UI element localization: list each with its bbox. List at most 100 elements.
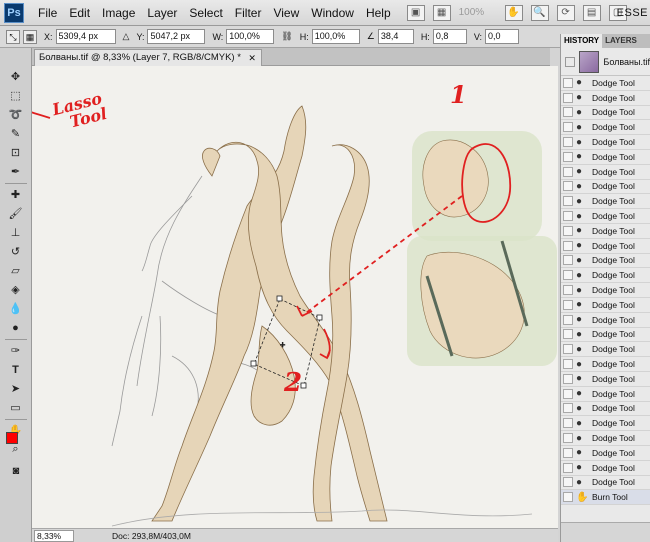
history-item[interactable]: ● Dodge Tool	[561, 372, 650, 387]
history-source-checkbox[interactable]	[563, 137, 573, 148]
history-item[interactable]: ● Dodge Tool	[561, 209, 650, 224]
shape-tool-icon[interactable]: ▭	[4, 399, 28, 416]
menu-window[interactable]: Window	[305, 0, 360, 26]
marquee-tool-icon[interactable]: ⬚	[4, 87, 28, 104]
paint-bucket-tool-icon[interactable]: ◈	[4, 281, 28, 298]
dodge-tool-icon[interactable]: ●	[4, 319, 28, 336]
history-item[interactable]: ● Dodge Tool	[561, 402, 650, 417]
menu-filter[interactable]: Filter	[229, 0, 268, 26]
history-source-checkbox[interactable]	[563, 285, 573, 296]
history-item[interactable]: ● Dodge Tool	[561, 342, 650, 358]
menu-layer[interactable]: Layer	[141, 0, 183, 26]
history-item[interactable]: ● Dodge Tool	[561, 298, 650, 313]
menu-edit[interactable]: Edit	[63, 0, 96, 26]
pen-tool-icon[interactable]: ✑	[4, 342, 28, 359]
menu-help[interactable]: Help	[360, 0, 397, 26]
history-brush-tool-icon[interactable]: ↺	[4, 243, 28, 260]
transform-tool-icon[interactable]: ⤡	[6, 29, 20, 44]
history-source-checkbox[interactable]	[563, 107, 573, 118]
x-position-field[interactable]: 5309,4 px	[55, 29, 116, 44]
blur-tool-icon[interactable]: 💧	[4, 300, 28, 317]
history-source-checkbox[interactable]	[563, 181, 573, 192]
history-source-checkbox[interactable]	[563, 433, 573, 444]
move-tool-icon[interactable]: ✥	[4, 68, 28, 85]
history-source-checkbox[interactable]	[563, 462, 573, 473]
menu-file[interactable]: File	[32, 0, 63, 26]
history-item[interactable]: ● Dodge Tool	[561, 76, 650, 91]
history-item[interactable]: ● Dodge Tool	[561, 387, 650, 402]
history-source-checkbox[interactable]	[563, 329, 573, 340]
reference-point-icon[interactable]: ▦	[23, 29, 37, 44]
screen-mode-icon[interactable]: ▤	[582, 4, 601, 21]
brush-tool-icon[interactable]: 🖌	[4, 205, 28, 222]
height-field[interactable]: 100,0%	[311, 29, 360, 44]
document-canvas[interactable]: + Lasso Tool 1 2	[32, 66, 558, 528]
history-item[interactable]: ● Dodge Tool	[561, 476, 650, 491]
rotation-angle-field[interactable]: 38,4	[377, 29, 414, 44]
vertical-skew-field[interactable]: 0,0	[484, 29, 519, 44]
eyedropper-tool-icon[interactable]: ✒	[4, 163, 28, 180]
zoom-tool-icon[interactable]: 🔍	[530, 4, 549, 21]
history-item[interactable]: ● Dodge Tool	[561, 313, 650, 328]
history-item[interactable]: ✋ Burn Tool	[561, 490, 650, 506]
healing-tool-icon[interactable]: ✚	[4, 186, 28, 203]
history-source-checkbox[interactable]	[563, 418, 573, 429]
history-source-checkbox[interactable]	[563, 403, 573, 414]
menu-select[interactable]: Select	[183, 0, 228, 26]
quick-select-tool-icon[interactable]: ✎	[4, 125, 28, 142]
history-item[interactable]: ● Dodge Tool	[561, 283, 650, 298]
crop-tool-icon[interactable]: ⊡	[4, 144, 28, 161]
history-source-checkbox[interactable]	[563, 211, 573, 222]
history-source-checkbox[interactable]	[563, 240, 573, 251]
history-source-checkbox[interactable]	[563, 92, 573, 103]
history-snapshot[interactable]: Болваны.tif	[561, 48, 650, 76]
history-source-checkbox[interactable]	[563, 225, 573, 236]
history-source-checkbox[interactable]	[563, 196, 573, 207]
document-tab[interactable]: Болваны.tif @ 8,33% (Layer 7, RGB/8/CMYK…	[34, 49, 262, 66]
history-source-checkbox[interactable]	[563, 447, 573, 458]
menu-image[interactable]: Image	[96, 0, 141, 26]
tab-history[interactable]: HISTORY	[561, 34, 603, 48]
history-item[interactable]: ● Dodge Tool	[561, 268, 650, 284]
history-item[interactable]: ● Dodge Tool	[561, 431, 650, 446]
history-item[interactable]: ● Dodge Tool	[561, 446, 650, 461]
history-source-checkbox[interactable]	[563, 122, 573, 133]
history-item[interactable]: ● Dodge Tool	[561, 416, 650, 432]
width-field[interactable]: 100,0%	[226, 29, 275, 44]
history-item[interactable]: ● Dodge Tool	[561, 120, 650, 136]
lasso-tool-icon[interactable]: ➰	[4, 106, 28, 123]
history-source-checkbox[interactable]	[563, 359, 573, 370]
history-source-checkbox[interactable]	[563, 492, 573, 503]
menubar-zoom-level[interactable]: 100%	[459, 7, 497, 18]
close-tab-icon[interactable]: ✕	[248, 50, 256, 66]
hand-tool-icon[interactable]: ✋	[504, 4, 523, 21]
link-icon[interactable]: ⛓	[281, 31, 292, 42]
arrange-documents-icon[interactable]: ▦	[432, 4, 451, 21]
type-tool-icon[interactable]: T	[4, 361, 28, 378]
history-item[interactable]: ● Dodge Tool	[561, 135, 650, 150]
history-item[interactable]: ● Dodge Tool	[561, 224, 650, 239]
history-source-checkbox[interactable]	[563, 77, 573, 88]
history-item[interactable]: ● Dodge Tool	[561, 165, 650, 180]
workspace-switcher[interactable]: ESSE	[617, 7, 648, 19]
history-source-checkbox[interactable]	[563, 166, 573, 177]
history-item[interactable]: ● Dodge Tool	[561, 254, 650, 269]
history-item[interactable]: ● Dodge Tool	[561, 461, 650, 476]
history-source-checkbox[interactable]	[563, 314, 573, 325]
horizontal-skew-field[interactable]: 0,8	[432, 29, 467, 44]
zoom-level-field[interactable]: 8,33%	[34, 529, 74, 542]
history-source-checkbox[interactable]	[563, 477, 573, 488]
history-item[interactable]: ● Dodge Tool	[561, 357, 650, 372]
history-source-checkbox[interactable]	[563, 344, 573, 355]
history-item[interactable]: ● Dodge Tool	[561, 194, 650, 210]
history-item[interactable]: ● Dodge Tool	[561, 150, 650, 165]
history-source-checkbox[interactable]	[563, 151, 573, 162]
history-source-checkbox[interactable]	[563, 270, 573, 281]
y-position-field[interactable]: 5047,2 px	[147, 29, 206, 44]
tab-layers[interactable]: LAYERS	[602, 34, 640, 48]
history-item[interactable]: ● Dodge Tool	[561, 328, 650, 343]
bridge-icon[interactable]: ▣	[406, 4, 425, 21]
history-source-checkbox[interactable]	[563, 255, 573, 266]
quick-mask-icon[interactable]: ◙	[4, 462, 28, 479]
stamp-tool-icon[interactable]: ⊥	[4, 224, 28, 241]
